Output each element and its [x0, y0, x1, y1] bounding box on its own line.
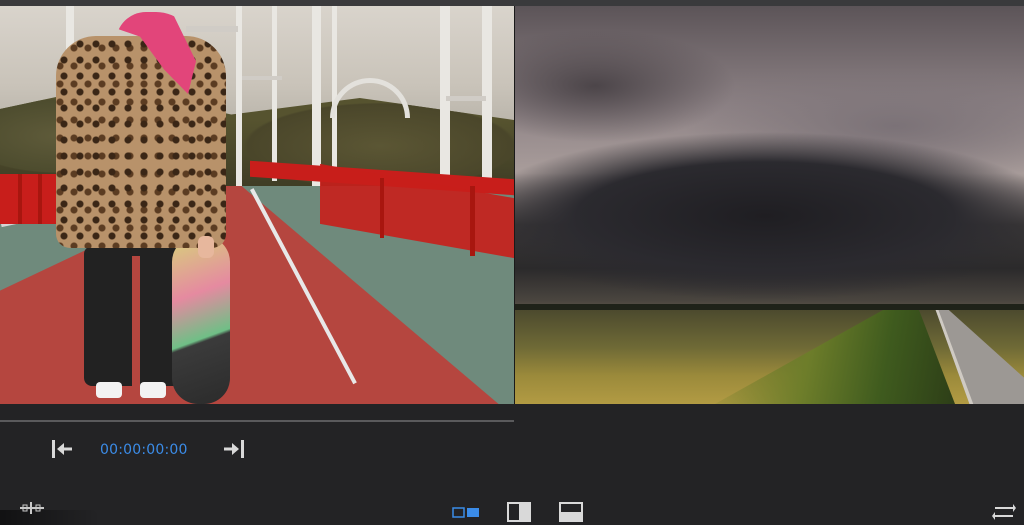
timecode-display[interactable]: 00:00:00:00	[100, 440, 190, 460]
right-preview-frame[interactable]	[515, 6, 1024, 404]
bridge-pillar	[236, 6, 242, 191]
split-view-button[interactable]	[506, 502, 532, 522]
over-under-view-button[interactable]	[558, 502, 584, 522]
go-to-end-icon	[224, 440, 244, 458]
railing-post	[38, 174, 42, 224]
trim-marker-button[interactable]	[20, 500, 44, 514]
bottom-left-shadow	[0, 510, 100, 525]
person-coat	[56, 36, 226, 248]
railing-left	[0, 174, 60, 224]
side-by-side-view-icon	[452, 507, 479, 518]
go-to-end-button[interactable]	[222, 438, 246, 460]
person-leg-gap	[132, 256, 140, 386]
timeline-scrubber[interactable]	[0, 420, 514, 422]
bridge-pillar	[332, 6, 337, 181]
railing-post	[18, 174, 22, 224]
skateboard	[172, 236, 230, 404]
bridge-beam	[446, 96, 486, 101]
trim-marker-icon	[20, 502, 44, 514]
bridge-beam	[242, 76, 282, 80]
go-to-start-icon	[52, 440, 72, 458]
left-preview-frame[interactable]	[0, 6, 514, 404]
person-shoe	[96, 382, 122, 398]
comparison-viewer: 00:00:00:00	[0, 0, 1024, 525]
bridge-pillar	[272, 6, 277, 181]
railing-post	[470, 186, 475, 256]
swap-button[interactable]	[992, 502, 1016, 522]
side-by-side-view-button[interactable]	[452, 502, 480, 522]
swap-icon	[992, 504, 1016, 520]
person-shoe	[140, 382, 166, 398]
person-hand	[198, 236, 214, 258]
go-to-start-button[interactable]	[50, 438, 74, 460]
bridge-beam	[186, 26, 238, 32]
split-view-icon	[507, 502, 531, 522]
railing-post	[380, 178, 384, 238]
over-under-view-icon	[559, 502, 583, 522]
